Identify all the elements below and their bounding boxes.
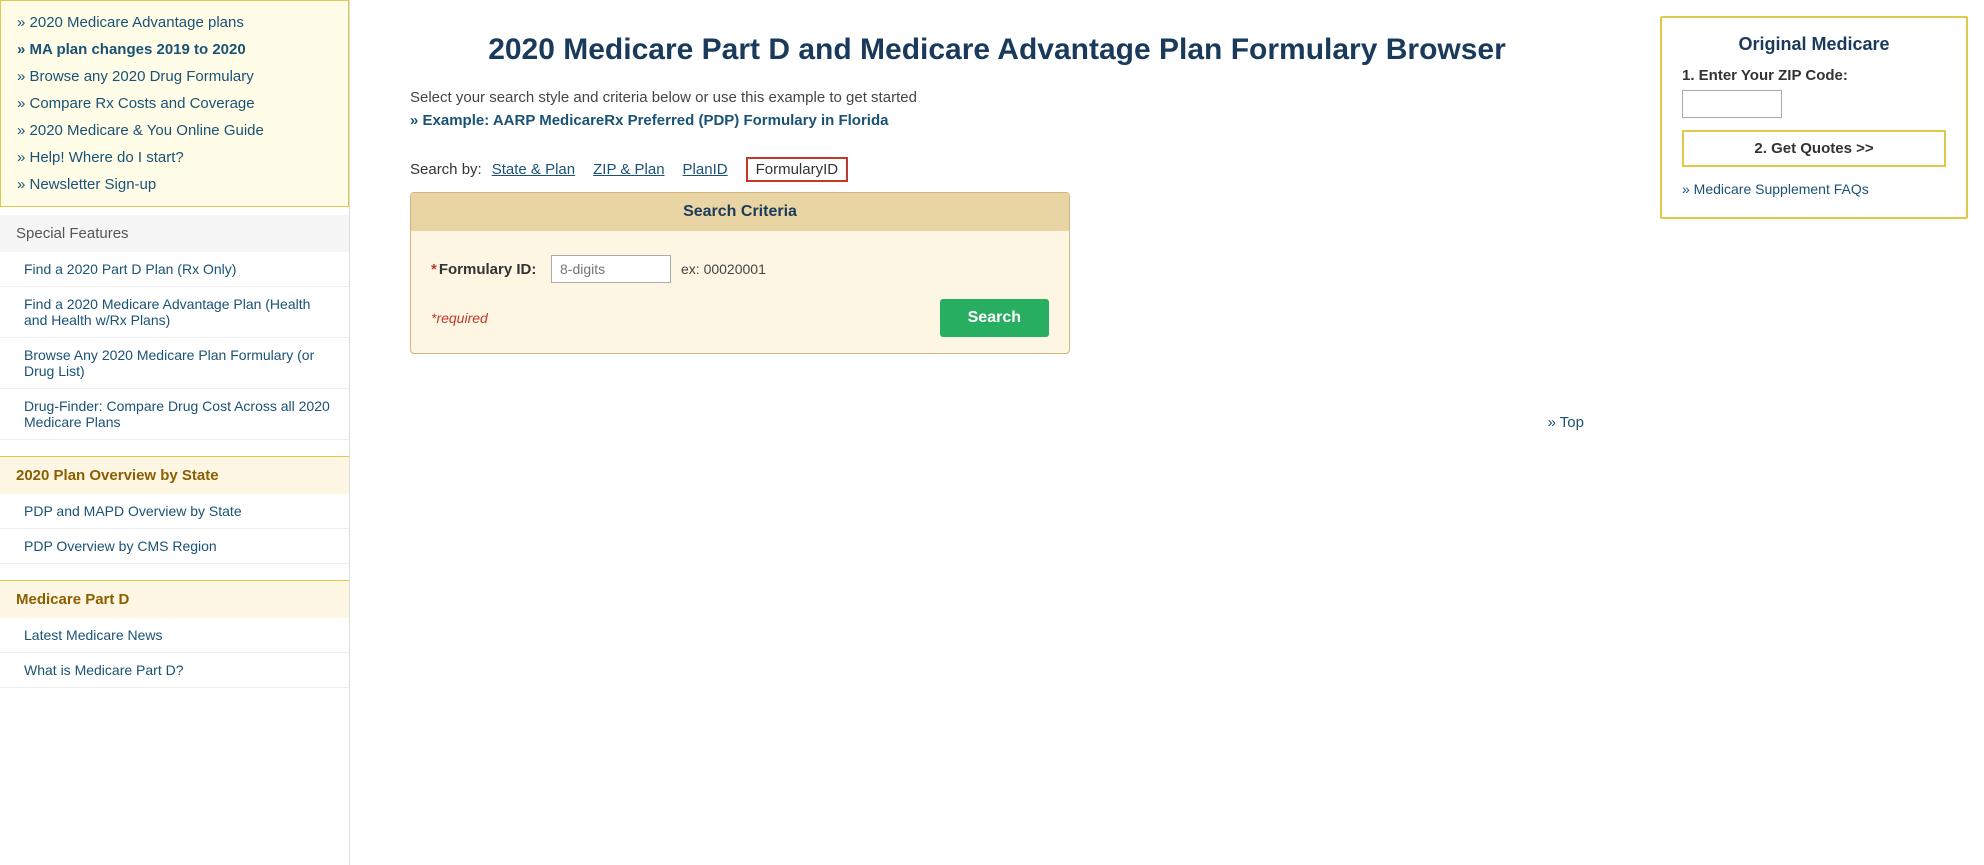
- formulary-id-input[interactable]: [551, 255, 671, 283]
- sidebar-item-so-pdp-region[interactable]: PDP Overview by CMS Region: [0, 529, 349, 564]
- get-quotes-button[interactable]: 2. Get Quotes >>: [1682, 130, 1946, 167]
- top-link-row: » Top: [410, 414, 1584, 431]
- sidebar-nav-nav-drug-formulary[interactable]: » Browse any 2020 Drug Formulary: [1, 63, 348, 90]
- sidebar-nav-nav-help[interactable]: » Help! Where do I start?: [1, 144, 348, 171]
- special-features-title: Special Features: [0, 215, 349, 252]
- sidebar-item-sf-part-d[interactable]: Find a 2020 Part D Plan (Rx Only): [0, 252, 349, 287]
- sidebar-item-so-pdp-mapd[interactable]: PDP and MAPD Overview by State: [0, 494, 349, 529]
- medicare-part-d-title: Medicare Part D: [0, 580, 349, 618]
- subtitle: Select your search style and criteria be…: [410, 89, 1584, 106]
- sidebar-item-sf-ma-plan[interactable]: Find a 2020 Medicare Advantage Plan (Hea…: [0, 287, 349, 338]
- original-medicare-title: Original Medicare: [1682, 34, 1946, 55]
- right-panel: Original Medicare 1. Enter Your ZIP Code…: [1644, 0, 1984, 865]
- zip-input[interactable]: [1682, 90, 1782, 118]
- search-by-label: Search by:: [410, 161, 482, 178]
- search-criteria-title: Search Criteria: [411, 193, 1069, 231]
- search-button[interactable]: Search: [940, 299, 1049, 337]
- sidebar-nav-nav-newsletter[interactable]: » Newsletter Sign-up: [1, 171, 348, 198]
- sidebar-item-mpd-news[interactable]: Latest Medicare News: [0, 618, 349, 653]
- sidebar-nav-nav-online-guide[interactable]: » 2020 Medicare & You Online Guide: [1, 117, 348, 144]
- tab-formulary-id[interactable]: FormularyID: [746, 157, 849, 182]
- special-features-section: Special Features Find a 2020 Part D Plan…: [0, 207, 349, 448]
- sidebar-item-sf-drug-finder[interactable]: Drug-Finder: Compare Drug Cost Across al…: [0, 389, 349, 440]
- sidebar-nav-nav-ma-plans[interactable]: » 2020 Medicare Advantage plans: [1, 9, 348, 36]
- sidebar-nav-nav-ma-changes[interactable]: » MA plan changes 2019 to 2020: [1, 36, 348, 63]
- page-title: 2020 Medicare Part D and Medicare Advant…: [410, 30, 1584, 69]
- sidebar: » 2020 Medicare Advantage plans» MA plan…: [0, 0, 350, 865]
- search-criteria-box: Search Criteria *Formulary ID: ex: 00020…: [410, 192, 1070, 354]
- tab-zip-plan[interactable]: ZIP & Plan: [593, 161, 664, 178]
- sidebar-nav-nav-compare-rx[interactable]: » Compare Rx Costs and Coverage: [1, 90, 348, 117]
- main-content: 2020 Medicare Part D and Medicare Advant…: [350, 0, 1644, 865]
- form-footer: *required Search: [411, 291, 1069, 337]
- top-link[interactable]: » Top: [1548, 414, 1584, 431]
- required-star: *: [431, 261, 437, 278]
- example-link[interactable]: » Example: AARP MedicareRx Preferred (PD…: [410, 112, 888, 129]
- sidebar-item-sf-formulary[interactable]: Browse Any 2020 Medicare Plan Formulary …: [0, 338, 349, 389]
- formulary-id-hint: ex: 00020001: [681, 261, 766, 277]
- required-note: *required: [431, 310, 488, 326]
- medicare-part-d-section: Medicare Part D Latest Medicare NewsWhat…: [0, 572, 349, 696]
- tab-state-plan[interactable]: State & Plan: [492, 161, 575, 178]
- supplement-faqs-link[interactable]: » Medicare Supplement FAQs: [1682, 181, 1869, 197]
- state-overview-title: 2020 Plan Overview by State: [0, 456, 349, 494]
- formulary-id-row: *Formulary ID: ex: 00020001: [411, 247, 1069, 291]
- tab-plan-id[interactable]: PlanID: [683, 161, 728, 178]
- state-overview-section: 2020 Plan Overview by State PDP and MAPD…: [0, 448, 349, 572]
- sidebar-item-mpd-what-is[interactable]: What is Medicare Part D?: [0, 653, 349, 688]
- formulary-id-label: *Formulary ID:: [431, 261, 541, 278]
- original-medicare-box: Original Medicare 1. Enter Your ZIP Code…: [1660, 16, 1968, 219]
- zip-label: 1. Enter Your ZIP Code:: [1682, 67, 1946, 84]
- sidebar-nav-top: » 2020 Medicare Advantage plans» MA plan…: [0, 0, 349, 207]
- search-by-row: Search by: State & Plan ZIP & Plan PlanID F…: [410, 157, 1584, 182]
